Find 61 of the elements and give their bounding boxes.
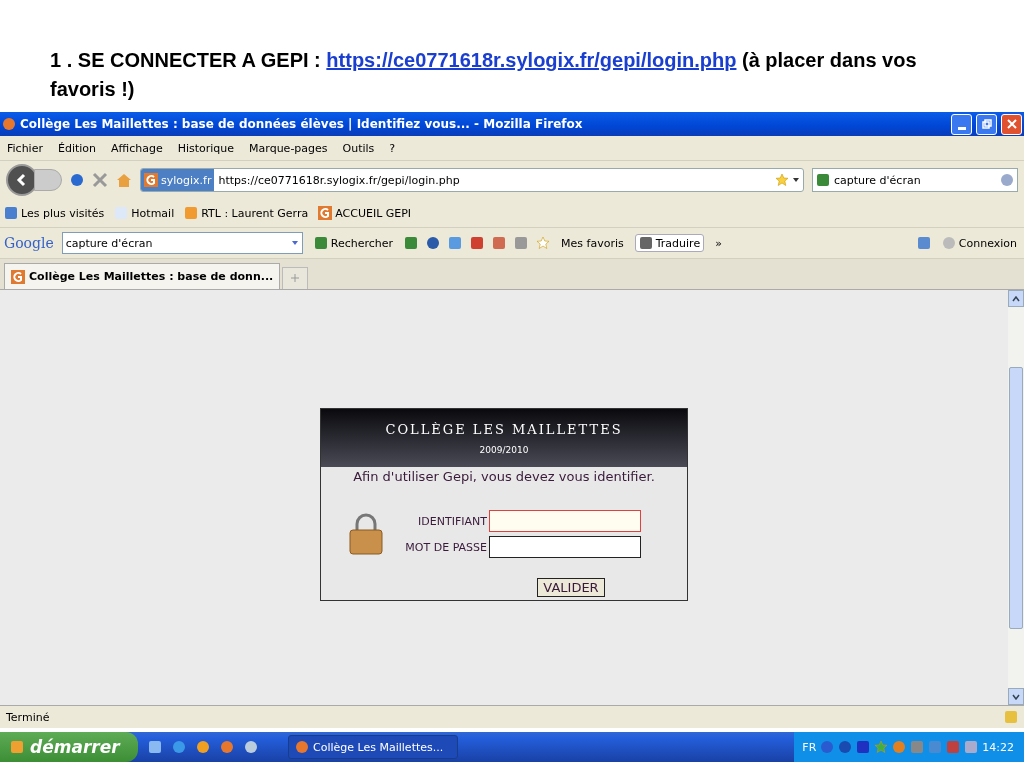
scroll-thumb[interactable] [1009,366,1023,629]
url-text: https://ce0771618r.sylogix.fr/gepi/login.php [217,173,461,187]
restore-button[interactable] [976,113,997,135]
menu-item[interactable]: Affichage [111,141,163,155]
field-label: IDENTIFIANT [417,514,487,528]
site-badge: sylogix.fr [141,169,215,191]
search-button[interactable]: Rechercher [310,235,397,251]
browser-tab[interactable]: Collège Les Maillettes : base de donn... [4,263,281,289]
login-intro: Afin d'utiliser Gepi, vous devez vous identifier. [352,469,656,484]
school-name: COLLÈGE LES MAILLETTES [385,421,623,437]
language-indicator: FR [802,740,817,754]
bookmark-link[interactable]: RTL : Laurent Gerra [184,206,309,220]
translate-button[interactable]: Traduire [634,234,705,252]
google-search-field[interactable]: capture d'écran [61,232,303,254]
menu-item[interactable]: Édition [57,141,96,155]
gepi-icon [318,206,333,220]
menu-item[interactable]: Historique [177,141,235,155]
close-button[interactable] [1001,113,1022,135]
tray-icon [838,740,853,754]
scroll-up-button[interactable] [1008,290,1024,307]
menu-item[interactable]: Marque-pages [249,141,328,155]
search-field[interactable]: capture d'écran [812,168,1018,192]
address-bar[interactable]: sylogix.fr https://ce0771618r.sylogix.fr/gepi/login.php [140,168,804,192]
tray-icon [820,740,835,754]
menu-item[interactable]: Fichier [7,141,43,155]
bookmark-link[interactable]: ACCUEIL GEPI [318,206,412,220]
field-label: MOT DE PASSE [404,540,487,554]
favorites-button[interactable]: Mes favoris [558,235,627,251]
login-link[interactable]: https://ce0771618r.sylogix.fr/gepi/login.php [326,49,737,71]
slide-heading: 1 . SE CONNECTER A GEPI : https://ce0771618r.sylogix.fr/gepi/login.php (à placer dans vos favoris !) [49,48,918,102]
gepi-icon [11,269,25,284]
star-icon [536,236,551,250]
google-logo: Google [4,235,54,251]
gepi-icon [144,173,158,187]
restore-icon [981,119,992,129]
close-icon [1006,119,1017,129]
tray-icon [874,740,889,754]
submit-button[interactable]: VALIDER [537,578,605,597]
connect-button[interactable]: Connexion [938,235,1020,251]
input-field[interactable] [489,510,641,532]
tray-icon [910,740,925,754]
menu-item[interactable]: ? [389,141,396,155]
clock: 14:22 [982,740,1014,754]
scroll-down-button[interactable] [1008,688,1024,705]
query-text: capture d'écran [65,236,154,250]
window-title: Collège Les Maillettes : base de données élèves | Identifiez vous... - Mozilla Firefox [20,117,584,131]
status-dot-icon [941,236,956,250]
tray-icon [928,740,943,754]
status-text: Terminé [6,710,51,724]
bookmark-link[interactable]: Hotmail [114,206,175,220]
star-icon [775,173,789,187]
menu-item[interactable]: Outils [342,141,375,155]
search-text: capture d'écran [834,173,922,187]
tray-icon [892,740,907,754]
minimize-icon [957,126,966,130]
minimize-button[interactable] [951,113,972,135]
more-button[interactable]: » [712,235,725,251]
input-field[interactable] [489,536,641,558]
taskbar-button[interactable]: Collège Les Maillettes... [288,735,458,759]
school-year: 2009/2010 [479,444,529,455]
bookmark-link[interactable]: Les plus visités [4,206,105,220]
